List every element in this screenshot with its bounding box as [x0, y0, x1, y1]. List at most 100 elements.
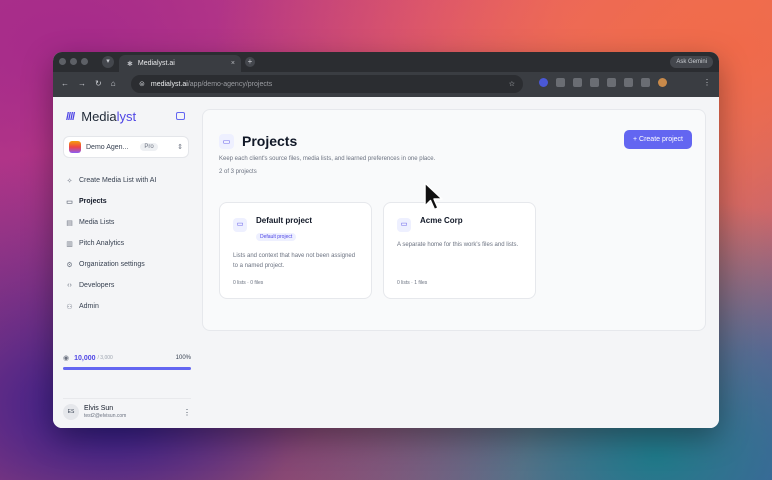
sidebar-item-label: Developers [79, 282, 115, 289]
extension-icon[interactable] [556, 78, 565, 87]
site-info-icon[interactable]: ⊜ [139, 80, 145, 88]
home-icon[interactable]: ⌂ [111, 79, 116, 88]
main-content: ▭ Projects + Create project Keep each cl… [199, 97, 719, 428]
org-avatar [69, 141, 81, 153]
new-tab-button[interactable]: + [245, 57, 255, 67]
ask-gemini-button[interactable]: Ask Gemini [670, 56, 713, 68]
project-meta: 0 lists · 0 files [233, 280, 264, 286]
card-title-block: Default project Default project [256, 216, 312, 243]
browser-menu-icon[interactable]: ⋮ [703, 78, 711, 87]
user-menu-icon[interactable]: ⋮ [183, 408, 191, 417]
sidebar-item-organization-settings[interactable]: ⚙ Organization settings [63, 254, 189, 275]
card-title-block: Acme Corp [420, 216, 463, 225]
project-card-default[interactable]: ▭ Default project Default project Lists … [219, 202, 372, 299]
browser-toolbar: ← → ↻ ⌂ ⊜ medialyst.ai /app/demo-agency/… [53, 72, 719, 97]
sidebar-item-create-media-list[interactable]: ✧ Create Media List with AI [63, 170, 189, 191]
sidebar-item-label: Pitch Analytics [79, 240, 125, 247]
address-bar[interactable]: ⊜ medialyst.ai /app/demo-agency/projects… [131, 75, 523, 93]
page-header: ▭ Projects [219, 133, 689, 149]
gear-icon: ⚙ [66, 261, 73, 269]
code-icon: ‹› [67, 282, 72, 289]
sidebar-item-label: Organization settings [79, 261, 145, 268]
url-path: /app/demo-agency/projects [187, 80, 273, 88]
bookmark-star-icon[interactable]: ☆ [509, 80, 515, 88]
sidebar-item-projects[interactable]: ▭ Projects [63, 191, 189, 212]
folder-icon: ▭ [233, 218, 247, 232]
favicon-icon: ✱ [127, 60, 133, 68]
minimize-window-button[interactable] [70, 58, 77, 65]
tab-close-icon[interactable]: × [231, 60, 235, 67]
tab-title: Medialyst.ai [137, 60, 175, 67]
app: //// Medialyst Demo Agen... Pro ⇕ ✧ Crea… [53, 97, 719, 428]
page-title: Projects [242, 133, 298, 149]
create-project-button[interactable]: + Create project [624, 130, 692, 149]
tab-search-icon[interactable]: ▾ [102, 56, 114, 68]
credits-progress-bar [63, 367, 191, 370]
credits-row: ◉ 10,000 / 3,000 100% [63, 354, 191, 363]
credits-progress-fill [63, 367, 191, 370]
sidebar-item-media-lists[interactable]: ▤ Media Lists [63, 212, 189, 233]
extension-icon[interactable] [539, 78, 548, 87]
project-meta: 0 lists · 1 files [397, 280, 428, 286]
forward-icon[interactable]: → [78, 79, 86, 88]
sparkles-icon: ✧ [66, 177, 73, 185]
user-profile[interactable]: ES Elvis Sun test2@elvisun.com ⋮ [63, 398, 191, 420]
profile-avatar[interactable] [658, 78, 667, 87]
sidebar-item-label: Projects [79, 198, 107, 205]
users-icon: ⚇ [66, 303, 73, 311]
avatar: ES [63, 404, 79, 420]
window-controls [59, 58, 88, 65]
browser-tab[interactable]: ✱ Medialyst.ai × [119, 55, 241, 72]
extension-icon[interactable] [573, 78, 582, 87]
back-icon[interactable]: ← [61, 79, 69, 88]
collapse-sidebar-icon[interactable] [176, 112, 185, 120]
folder-icon: ▭ [219, 133, 234, 149]
plan-badge: Pro [140, 143, 158, 151]
browser-window: ▾ ✱ Medialyst.ai × + Ask Gemini ← → ↻ ⌂ … [53, 52, 719, 428]
card-header: ▭ Default project Default project [233, 216, 358, 243]
logo-accent: lyst [116, 109, 137, 124]
projects-panel: ▭ Projects + Create project Keep each cl… [202, 109, 706, 331]
extension-icon[interactable] [624, 78, 633, 87]
eye-icon: ◉ [63, 355, 70, 362]
card-header: ▭ Acme Corp [397, 216, 522, 232]
project-description: Lists and context that have not been ass… [233, 253, 356, 269]
credits-used: 10,000 [74, 354, 96, 362]
credits-percent: 100% [175, 355, 191, 361]
sidebar-item-label: Media Lists [79, 219, 115, 226]
tab-strip: ▾ ✱ Medialyst.ai × + Ask Gemini [53, 52, 719, 72]
logo-text: Medialyst [81, 109, 136, 124]
folder-icon: ▭ [66, 198, 73, 206]
organization-switcher[interactable]: Demo Agen... Pro ⇕ [63, 136, 189, 158]
default-badge: Default project [256, 233, 297, 241]
project-cards: ▭ Default project Default project Lists … [219, 202, 689, 299]
project-name: Acme Corp [420, 216, 463, 225]
extension-icon[interactable] [590, 78, 599, 87]
project-card-acme-corp[interactable]: ▭ Acme Corp A separate home for this wor… [383, 202, 536, 299]
sidebar-nav: ✧ Create Media List with AI ▭ Projects ▤… [63, 170, 189, 317]
logo-main: Media [81, 109, 117, 124]
url-host: medialyst.ai [150, 80, 188, 88]
org-name: Demo Agen... [86, 143, 129, 151]
chart-icon: ▥ [66, 240, 73, 248]
logo[interactable]: //// Medialyst [66, 109, 189, 124]
extension-icon[interactable] [607, 78, 616, 87]
sidebar-item-admin[interactable]: ⚇ Admin [63, 296, 189, 317]
maximize-window-button[interactable] [81, 58, 88, 65]
sidebar: //// Medialyst Demo Agen... Pro ⇕ ✧ Crea… [53, 97, 199, 428]
sidebar-item-developers[interactable]: ‹› Developers [63, 275, 189, 296]
sidebar-item-pitch-analytics[interactable]: ▥ Pitch Analytics [63, 233, 189, 254]
sidebar-item-label: Admin [79, 303, 99, 310]
list-icon: ▤ [66, 219, 73, 227]
sidebar-item-label: Create Media List with AI [79, 177, 157, 184]
extension-icon[interactable] [641, 78, 650, 87]
chevron-up-down-icon: ⇕ [177, 144, 183, 151]
project-description: A separate home for this work's files an… [397, 242, 519, 248]
close-window-button[interactable] [59, 58, 66, 65]
user-email: test2@elvisun.com [84, 413, 127, 419]
mouse-pointer-icon [424, 182, 443, 211]
user-info: Elvis Sun test2@elvisun.com [84, 405, 126, 419]
nav-buttons: ← → ↻ ⌂ [61, 79, 116, 88]
reload-icon[interactable]: ↻ [95, 79, 102, 88]
page-subtitle: Keep each client's source files, media l… [219, 156, 436, 162]
